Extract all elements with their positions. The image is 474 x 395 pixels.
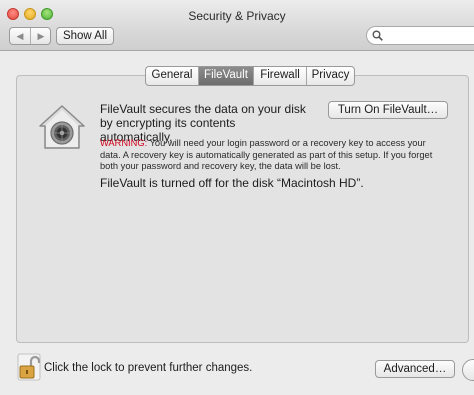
tab-bar: General FileVault Firewall Privacy <box>145 66 355 86</box>
filevault-icon <box>39 105 85 149</box>
title-bar: Security & Privacy ◀ ▶ Show All <box>0 0 474 51</box>
search-field[interactable] <box>366 26 474 45</box>
tab-general[interactable]: General <box>146 67 199 85</box>
advanced-button[interactable]: Advanced… <box>375 360 455 378</box>
show-all-button[interactable]: Show All <box>56 27 114 45</box>
warning-label: WARNING: <box>100 138 148 148</box>
lock-instruction: Click the lock to prevent further change… <box>44 362 253 374</box>
chevron-left-icon: ◀ <box>16 31 24 41</box>
chevron-right-icon: ▶ <box>37 31 45 41</box>
unlocked-padlock-icon[interactable] <box>17 353 41 381</box>
tab-filevault[interactable]: FileVault <box>199 67 254 85</box>
forward-button[interactable]: ▶ <box>31 28 51 44</box>
warning-body: You will need your login password or a r… <box>100 138 433 171</box>
security-privacy-window: Security & Privacy ◀ ▶ Show All General … <box>0 0 474 395</box>
tab-privacy[interactable]: Privacy <box>307 67 354 85</box>
filevault-status: FileVault is turned off for the disk “Ma… <box>100 176 364 190</box>
help-button[interactable] <box>462 359 474 381</box>
turn-on-filevault-button[interactable]: Turn On FileVault… <box>328 101 448 119</box>
search-icon <box>372 30 383 41</box>
back-button[interactable]: ◀ <box>10 28 31 44</box>
back-forward-group: ◀ ▶ <box>9 27 51 45</box>
tab-firewall[interactable]: Firewall <box>254 67 307 85</box>
window-title: Security & Privacy <box>188 9 286 23</box>
warning-text: WARNING: You will need your login passwo… <box>100 138 440 173</box>
